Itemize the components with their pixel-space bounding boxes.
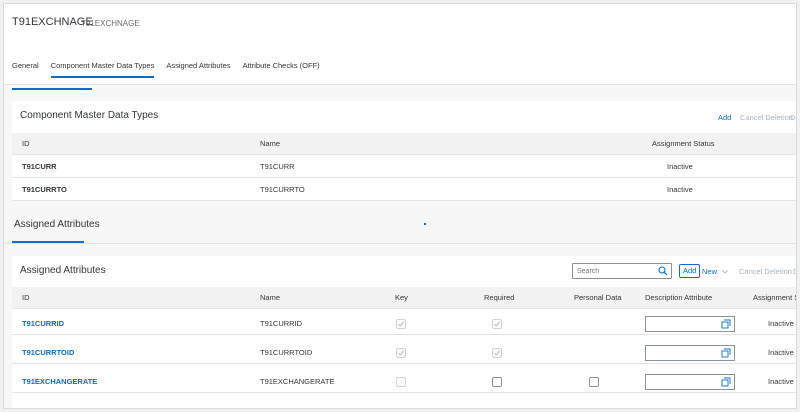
section-indicator	[12, 88, 92, 90]
column-header-name: Name	[260, 293, 281, 302]
personal-data-checkbox[interactable]	[589, 377, 599, 387]
tab-assigned-attributes[interactable]: Assigned Attributes	[166, 60, 230, 82]
column-header-row: ID Name Assignment Status	[12, 133, 796, 155]
cell-status: Inactive	[768, 377, 794, 386]
column-header-name: Name	[260, 139, 281, 148]
loading-indicator	[424, 223, 426, 225]
object-subtitle: T91EXCHNAGE	[81, 19, 140, 28]
description-attribute-input[interactable]	[645, 374, 735, 390]
table-row[interactable]: T91CURRID T91CURRID Inactive	[12, 313, 796, 335]
column-header-status: Assignment Status	[652, 139, 715, 148]
delete-button[interactable]: De	[793, 267, 796, 276]
cell-status: Inactive	[768, 348, 794, 357]
search-input[interactable]	[573, 264, 653, 278]
header-divider	[4, 84, 796, 85]
column-header-row: ID Name Key Required Personal Data Descr…	[12, 287, 796, 309]
cell-status: Inactive	[768, 319, 794, 328]
column-header-status: Assignment Statu	[753, 293, 796, 302]
table-title: Component Master Data Types	[20, 110, 159, 121]
add-button[interactable]: Add	[679, 264, 701, 278]
search-field[interactable]	[572, 263, 672, 279]
cell-name: T91EXCHANGERATE	[260, 377, 335, 386]
value-help-icon[interactable]	[721, 377, 731, 387]
table-row[interactable]: T91CURR T91CURR Inactive	[12, 156, 796, 178]
cell-name: T91CURRTO	[260, 185, 305, 194]
cell-name: T91CURRTOID	[260, 348, 313, 357]
description-attribute-input[interactable]	[645, 316, 735, 332]
cell-name: T91CURR	[260, 162, 295, 171]
cancel-deletion-button[interactable]: Cancel Deletion	[740, 113, 793, 122]
key-checkbox[interactable]	[396, 348, 406, 358]
value-help-icon[interactable]	[721, 348, 731, 358]
cancel-deletion-button[interactable]: Cancel Deletion	[739, 267, 792, 276]
checkmark-icon	[398, 321, 404, 327]
section-title-assigned-attributes: Assigned Attributes	[14, 219, 100, 230]
component-master-data-types-table: Component Master Data Types Add Cancel D…	[12, 101, 796, 201]
required-checkbox[interactable]	[492, 377, 502, 387]
delete-button[interactable]: De	[790, 113, 796, 122]
search-icon[interactable]	[658, 266, 668, 276]
cell-name: T91CURRID	[260, 319, 303, 328]
app-frame: T91EXCHNAGE T91EXCHNAGE General Componen…	[3, 3, 797, 409]
tab-bar: General Component Master Data Types Assi…	[12, 60, 332, 82]
tab-general[interactable]: General	[12, 60, 39, 82]
table-row[interactable]: T91CURRTO T91CURRTO Inactive	[12, 179, 796, 201]
key-checkbox[interactable]	[396, 377, 406, 387]
column-header-required: Required	[484, 293, 515, 302]
cell-id-link[interactable]: T91CURRTOID	[22, 342, 74, 364]
cell-status: Inactive	[667, 162, 693, 171]
table-row[interactable]: T91EXCHANGERATE T91EXCHANGERATE Inactive	[12, 371, 796, 393]
cell-id: T91CURR	[22, 162, 57, 171]
value-help-icon[interactable]	[721, 319, 731, 329]
cell-id: T91CURRTO	[22, 185, 67, 194]
key-checkbox[interactable]	[396, 319, 406, 329]
chevron-down-icon[interactable]	[722, 270, 728, 274]
tab-component-master-data-types[interactable]: Component Master Data Types	[50, 60, 154, 82]
section-divider	[4, 243, 796, 244]
tab-attribute-checks[interactable]: Attribute Checks (OFF)	[243, 60, 320, 82]
column-header-id: ID	[22, 293, 30, 302]
description-attribute-input[interactable]	[645, 345, 735, 361]
table-row[interactable]: T91CURRTOID T91CURRTOID Inactive	[12, 342, 796, 364]
column-header-personal-data: Personal Data	[574, 293, 622, 302]
column-header-id: ID	[22, 139, 30, 148]
cell-id-link[interactable]: T91EXCHANGERATE	[22, 371, 97, 393]
assigned-attributes-table: Assigned Attributes Add New Cancel Delet…	[12, 256, 796, 408]
cell-id-link[interactable]: T91CURRID	[22, 313, 64, 335]
cell-status: Inactive	[667, 185, 693, 194]
checkmark-icon	[398, 350, 404, 356]
new-button[interactable]: New	[702, 267, 717, 276]
required-checkbox[interactable]	[492, 319, 502, 329]
column-header-key: Key	[395, 293, 408, 302]
object-header: T91EXCHNAGE T91EXCHNAGE General Componen…	[4, 4, 796, 84]
add-button[interactable]: Add	[718, 113, 731, 122]
checkmark-icon	[494, 321, 500, 327]
column-header-description-attribute: Description Attribute	[645, 293, 713, 302]
required-checkbox[interactable]	[492, 348, 502, 358]
table-title: Assigned Attributes	[20, 265, 106, 276]
checkmark-icon	[494, 350, 500, 356]
